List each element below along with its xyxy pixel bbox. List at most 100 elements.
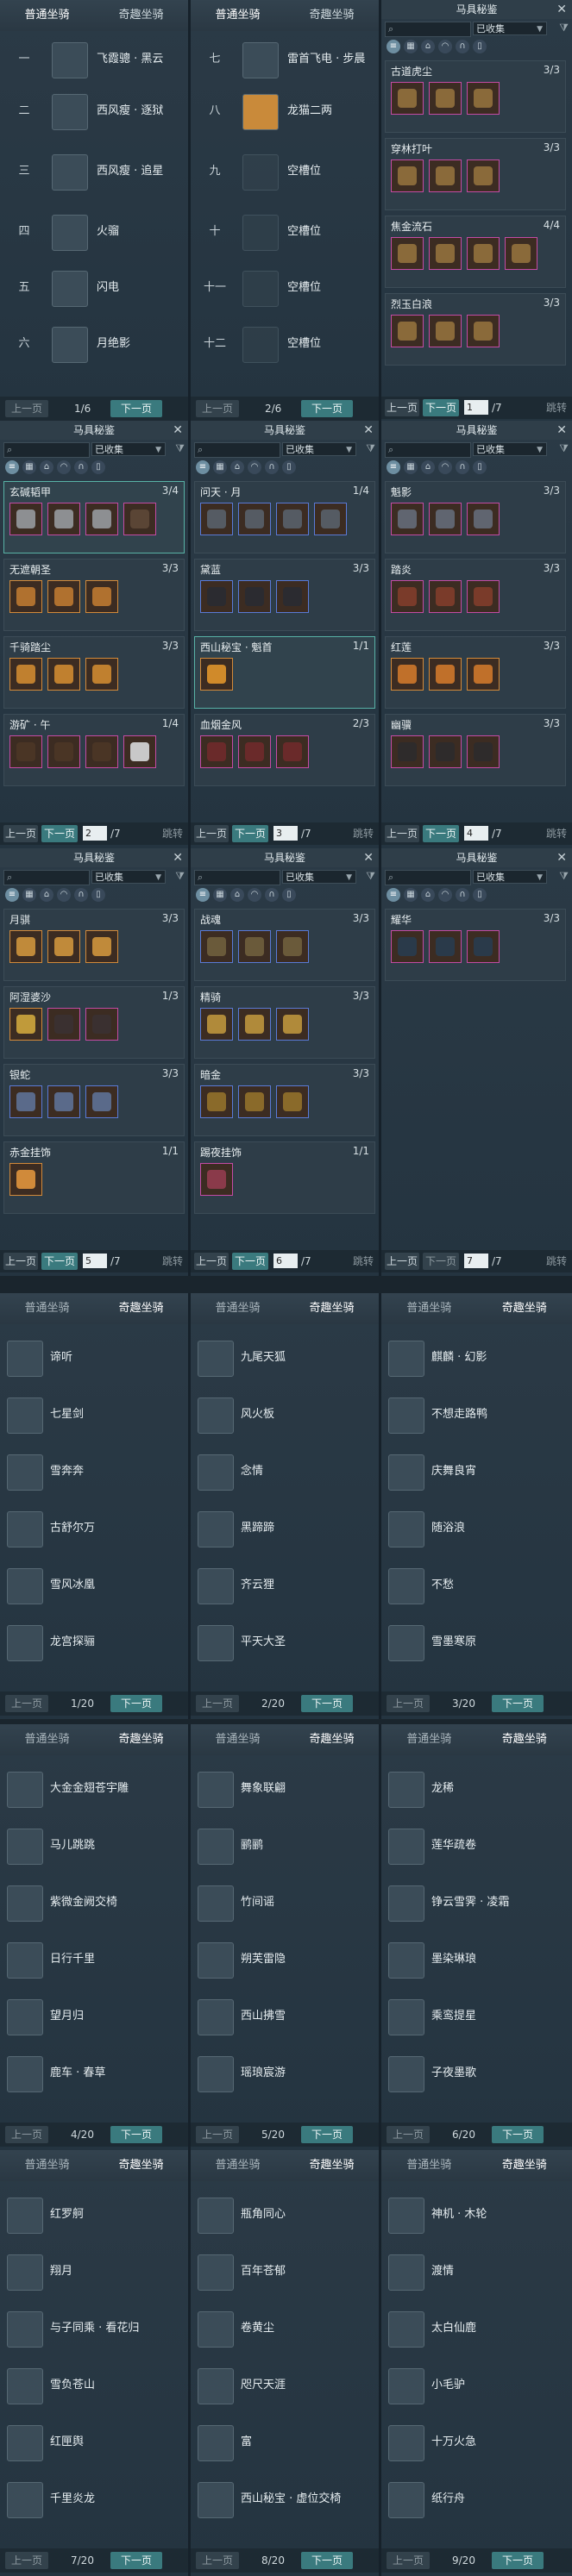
fun-mount-slot[interactable]: 风火板 [191, 1390, 379, 1440]
fun-mount-slot[interactable]: 小毛驴 [381, 2360, 572, 2410]
gear-set[interactable]: 穿林打叶 3/3 [385, 138, 566, 210]
gear-set[interactable]: 千骑踏尘 3/3 [3, 636, 185, 709]
gear-set[interactable]: 焦金流石 4/4 [385, 216, 566, 288]
gear-icon[interactable] [276, 1008, 309, 1041]
funnel-icon[interactable]: ⧩ [366, 870, 375, 883]
mount-slot[interactable]: 八 龙猫二两 [191, 86, 379, 136]
prev-page-button[interactable]: 上一页 [196, 2126, 239, 2143]
gear-icon[interactable] [276, 503, 309, 535]
prev-page-button[interactable]: 上一页 [385, 399, 419, 416]
category-saddle-icon[interactable]: ◠ [438, 40, 452, 53]
next-page-button[interactable]: 下一页 [301, 400, 353, 417]
category-bridle-icon[interactable]: ∩ [265, 460, 279, 474]
fun-mount-slot[interactable]: 竹间谣 [191, 1878, 379, 1928]
gear-icon[interactable] [47, 930, 80, 963]
collected-filter-select[interactable]: 已收集 ▼ [473, 22, 547, 35]
gear-icon[interactable] [276, 930, 309, 963]
search-input[interactable]: ⌕ [194, 870, 280, 885]
fun-mount-slot[interactable]: 雪墨寒原 [381, 1617, 572, 1667]
tab-fun-mounts[interactable]: 奇趣坐骑 [285, 0, 379, 31]
close-icon[interactable]: ✕ [173, 848, 183, 867]
gear-icon[interactable] [47, 580, 80, 613]
next-page-button[interactable]: 下一页 [301, 1695, 353, 1712]
prev-page-button[interactable]: 上一页 [5, 1695, 48, 1712]
tab-fun-mounts[interactable]: 奇趣坐骑 [477, 1724, 572, 1755]
category-grid-icon[interactable]: ▦ [404, 460, 418, 474]
gear-set[interactable]: 阿湿婆沙 1/3 [3, 986, 185, 1059]
gear-icon[interactable] [85, 930, 118, 963]
category-all-icon[interactable]: ≡ [196, 460, 210, 474]
gear-icon[interactable] [391, 930, 424, 963]
gear-set[interactable]: 耀华 3/3 [385, 909, 566, 981]
next-page-button[interactable]: 下一页 [423, 1253, 459, 1270]
tab-normal-mounts[interactable]: 普通坐骑 [191, 0, 285, 31]
gear-icon[interactable] [391, 159, 424, 192]
gear-icon[interactable] [9, 658, 42, 691]
search-input[interactable]: ⌕ [385, 22, 471, 37]
gear-set[interactable]: 血烟金风 2/3 [194, 714, 375, 786]
mount-slot[interactable]: 六 月绝影 [0, 319, 188, 369]
category-saddle-icon[interactable]: ◠ [438, 460, 452, 474]
tab-normal-mounts[interactable]: 普通坐骑 [191, 2150, 285, 2181]
gear-icon[interactable] [238, 735, 271, 768]
category-saddle-icon[interactable]: ◠ [438, 888, 452, 902]
category-stirrup-icon[interactable]: ▯ [282, 888, 296, 902]
category-head-icon[interactable]: ⌂ [421, 460, 435, 474]
category-all-icon[interactable]: ≡ [387, 460, 400, 474]
fun-mount-slot[interactable]: 不想走路鸭 [381, 1390, 572, 1440]
fun-mount-slot[interactable]: 咫尺天涯 [191, 2360, 379, 2410]
jump-button[interactable]: 跳转 [546, 822, 567, 845]
fun-mount-slot[interactable]: 龙宫探骊 [0, 1617, 188, 1667]
funnel-icon[interactable]: ⧩ [175, 870, 185, 883]
gear-set[interactable]: 赤金挂饰 1/1 [3, 1141, 185, 1214]
fun-mount-slot[interactable]: 莲华疏卷 [381, 1821, 572, 1871]
tab-fun-mounts[interactable]: 奇趣坐骑 [477, 1293, 572, 1324]
fun-mount-slot[interactable]: 墨染琳琅 [381, 1935, 572, 1985]
category-grid-icon[interactable]: ▦ [22, 460, 36, 474]
prev-page-button[interactable]: 上一页 [194, 1253, 229, 1270]
tab-normal-mounts[interactable]: 普通坐骑 [0, 0, 94, 31]
next-page-button[interactable]: 下一页 [110, 400, 162, 417]
collected-filter-select[interactable]: 已收集 ▼ [473, 870, 547, 884]
prev-page-button[interactable]: 上一页 [5, 2126, 48, 2143]
funnel-icon[interactable]: ⧩ [175, 442, 185, 455]
tab-fun-mounts[interactable]: 奇趣坐骑 [285, 1293, 379, 1324]
close-icon[interactable]: ✕ [173, 421, 183, 440]
fun-mount-slot[interactable]: 日行千里 [0, 1935, 188, 1985]
fun-mount-slot[interactable]: 铮云雪霁 · 凌霜 [381, 1878, 572, 1928]
gear-icon[interactable] [238, 503, 271, 535]
jump-button[interactable]: 跳转 [162, 1250, 183, 1272]
gear-set[interactable]: 西山秘宝 · 魁首 1/1 [194, 636, 375, 709]
next-page-button[interactable]: 下一页 [492, 2126, 544, 2143]
fun-mount-slot[interactable]: 庆舞良宵 [381, 1447, 572, 1497]
close-icon[interactable]: ✕ [363, 421, 374, 440]
fun-mount-slot[interactable]: 翔月 [0, 2247, 188, 2297]
tab-fun-mounts[interactable]: 奇趣坐骑 [94, 1724, 188, 1755]
gear-icon[interactable] [467, 159, 500, 192]
fun-mount-slot[interactable]: 舞象联翩 [191, 1764, 379, 1814]
gear-icon[interactable] [47, 658, 80, 691]
category-bridle-icon[interactable]: ∩ [456, 888, 469, 902]
tab-normal-mounts[interactable]: 普通坐骑 [191, 1293, 285, 1324]
fun-mount-slot[interactable]: 平天大圣 [191, 1617, 379, 1667]
mount-slot[interactable]: 五 闪电 [0, 263, 188, 313]
fun-mount-slot[interactable]: 鹿车 · 春草 [0, 2048, 188, 2098]
gear-icon[interactable] [200, 658, 233, 691]
jump-button[interactable]: 跳转 [353, 1250, 374, 1272]
page-number-input[interactable]: 6 [273, 1254, 298, 1268]
fun-mount-slot[interactable]: 瑶琅宸游 [191, 2048, 379, 2098]
empty-slot[interactable]: 十二 空槽位 [191, 319, 379, 369]
prev-page-button[interactable]: 上一页 [387, 1695, 430, 1712]
fun-mount-slot[interactable]: 雪风冰凰 [0, 1560, 188, 1610]
collected-filter-select[interactable]: 已收集 ▼ [282, 442, 356, 456]
category-all-icon[interactable]: ≡ [5, 460, 19, 474]
gear-icon[interactable] [429, 735, 462, 768]
category-saddle-icon[interactable]: ◠ [248, 888, 261, 902]
page-number-input[interactable]: 4 [464, 826, 488, 841]
close-icon[interactable]: ✕ [556, 421, 567, 440]
fun-mount-slot[interactable]: 雪奔奔 [0, 1447, 188, 1497]
gear-icon[interactable] [238, 580, 271, 613]
gear-icon[interactable] [200, 1008, 233, 1041]
category-head-icon[interactable]: ⌂ [230, 888, 244, 902]
empty-slot[interactable]: 十 空槽位 [191, 207, 379, 257]
